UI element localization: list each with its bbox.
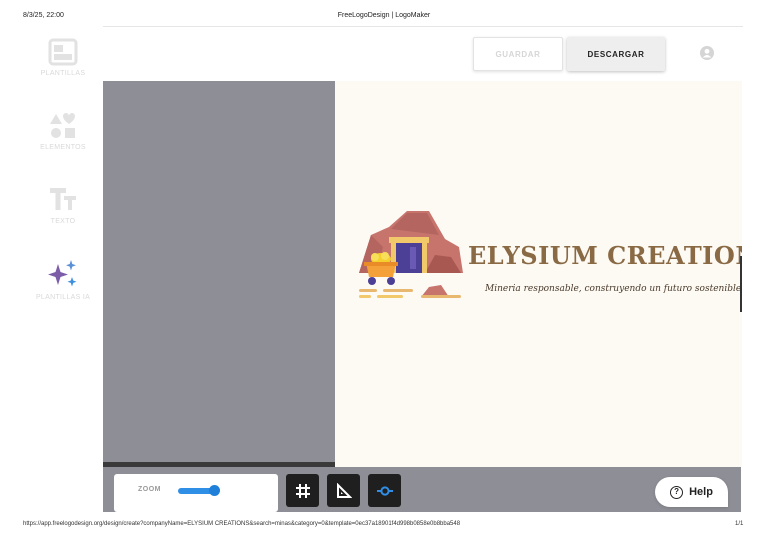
ai-sparkle-icon bbox=[48, 260, 77, 287]
canvas-workspace bbox=[103, 81, 335, 462]
sidebar-item-label: PLANTILLAS bbox=[40, 70, 86, 77]
logo-tagline[interactable]: Mineria responsable, construyendo un fut… bbox=[485, 284, 742, 294]
shapes-icon bbox=[50, 113, 75, 138]
print-footer: https://app.freelogodesign.org/design/cr… bbox=[0, 521, 768, 531]
ruler-toggle-button[interactable] bbox=[327, 474, 360, 507]
guide-line-icon bbox=[376, 485, 393, 496]
print-header: 8/3/25, 22:00 FreeLogoDesign | LogoMaker bbox=[0, 12, 768, 24]
guides-toggle-button[interactable] bbox=[368, 474, 401, 507]
mine-cart-icon[interactable] bbox=[355, 207, 465, 301]
user-avatar-icon[interactable] bbox=[700, 46, 714, 60]
sidebar-item-templates[interactable]: PLANTILLAS bbox=[23, 38, 103, 77]
grid-toggle-button[interactable] bbox=[286, 474, 319, 507]
sidebar-item-label: PLANTILLAS IA bbox=[35, 294, 91, 301]
templates-icon bbox=[48, 38, 78, 66]
print-page-number: 1/1 bbox=[735, 521, 744, 527]
print-title: FreeLogoDesign | LogoMaker bbox=[337, 12, 431, 19]
sidebar-item-label: ELEMENTOS bbox=[40, 144, 86, 151]
zoom-slider-thumb[interactable] bbox=[209, 485, 220, 496]
sidebar-item-text[interactable]: TEXTO bbox=[23, 186, 103, 225]
print-url: https://app.freelogodesign.org/design/cr… bbox=[23, 521, 461, 527]
text-icon bbox=[50, 188, 76, 210]
logo-artboard[interactable]: ELYSIUM CREATIONS Mineria responsable, c… bbox=[335, 81, 742, 467]
logo-brand-name[interactable]: ELYSIUM CREATIONS bbox=[468, 241, 742, 270]
save-button[interactable]: GUARDAR bbox=[473, 37, 563, 71]
sidebar-item-ai-templates[interactable]: PLANTILLAS IA bbox=[23, 258, 103, 301]
zoom-label: ZOOM bbox=[138, 486, 161, 493]
help-button[interactable]: ? Help bbox=[655, 477, 728, 507]
download-button[interactable]: DESCARGAR bbox=[567, 37, 665, 71]
ruler-icon bbox=[336, 482, 352, 498]
tool-sidebar: PLANTILLAS ELEMENTOS TEXTO PLANTILLAS IA bbox=[23, 26, 103, 466]
help-label: Help bbox=[689, 486, 713, 498]
sidebar-item-elements[interactable]: ELEMENTOS bbox=[23, 112, 103, 151]
sidebar-item-label: TEXTO bbox=[50, 218, 76, 225]
zoom-control: ZOOM bbox=[114, 474, 278, 512]
help-icon: ? bbox=[670, 485, 684, 499]
grid-icon bbox=[295, 483, 310, 498]
editor-topbar: GUARDAR DESCARGAR bbox=[103, 26, 743, 81]
artboard-resize-handle[interactable] bbox=[740, 256, 742, 312]
